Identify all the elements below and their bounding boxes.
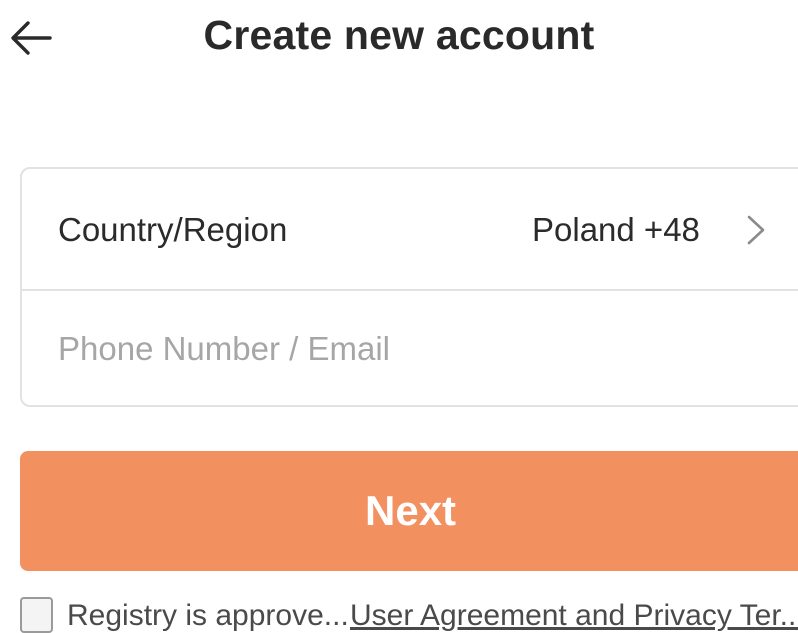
country-region-value: Poland +48 (532, 211, 700, 248)
user-agreement-link[interactable]: User Agreement and Privacy Ter... (350, 599, 798, 633)
agreement-checkbox[interactable] (20, 597, 53, 633)
page-title: Create new account (203, 12, 595, 58)
agreement-text: Registry is approve... (67, 599, 349, 632)
phone-email-input[interactable] (58, 319, 758, 379)
create-account-screen: Create new account Country/Region Poland… (0, 0, 798, 633)
country-region-label: Country/Region (58, 211, 288, 248)
chevron-right-icon (747, 215, 765, 245)
agreement-row: Registry is approve... User Agreement an… (20, 595, 798, 633)
phone-email-row (22, 291, 798, 407)
next-button[interactable]: Next (20, 451, 798, 571)
country-region-selector[interactable]: Country/Region Poland +48 (22, 169, 798, 291)
account-form-card: Country/Region Poland +48 (20, 167, 798, 407)
